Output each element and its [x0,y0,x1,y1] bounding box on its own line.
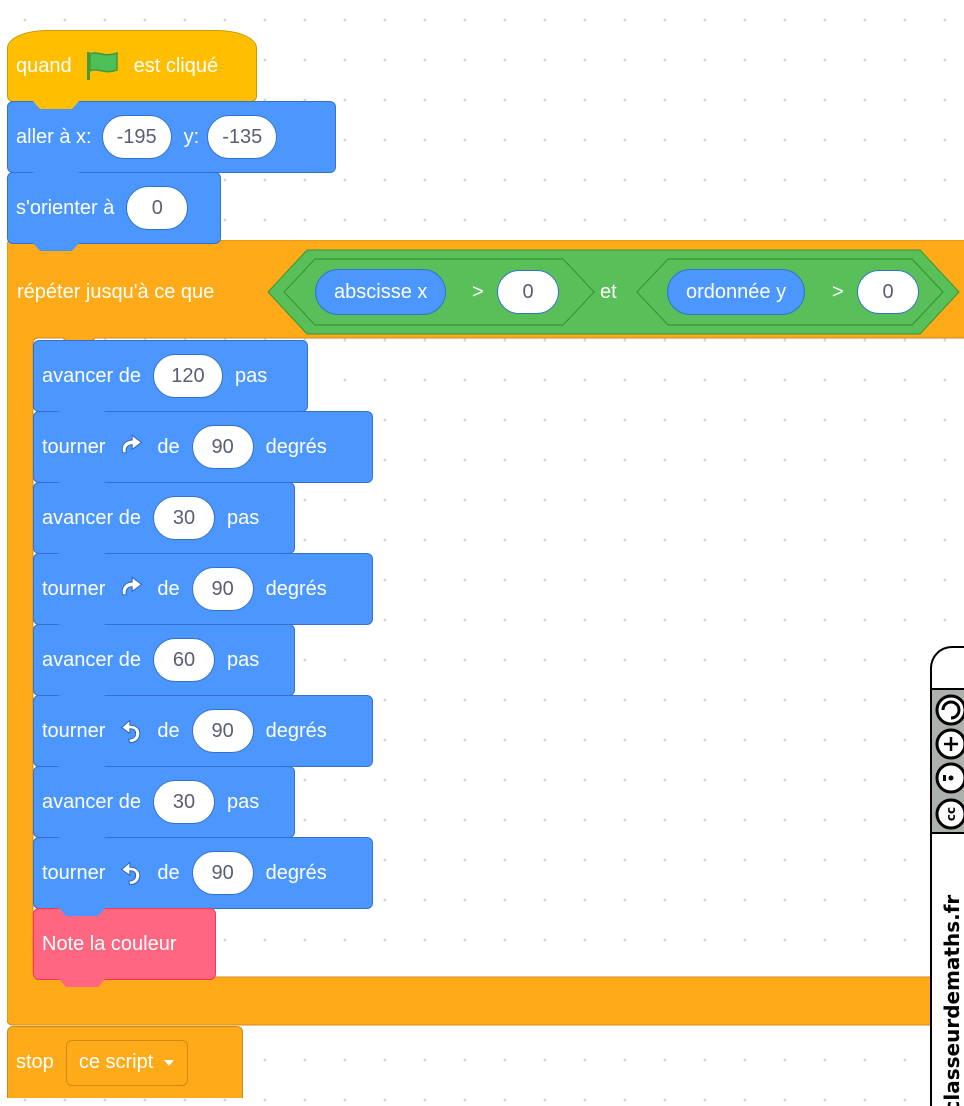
turn-de-label: de [157,435,180,458]
cc-by-nc-sa-badge: cc [932,688,964,834]
steps-unit-label: pas [234,364,268,387]
rotate-counterclockwise-icon [117,859,145,887]
cond1-value-input[interactable]: 0 [497,270,559,314]
y-input[interactable]: -135 [207,115,278,159]
move-label: avancer de [42,648,141,671]
degrees-input[interactable]: 90 [191,709,254,753]
point-in-direction-block[interactable]: s'orienter à 0 [7,172,221,251]
steps-input[interactable]: 120 [152,354,223,398]
degrees-unit-label: degrés [265,435,327,458]
move-steps-block-1[interactable]: avancer de 120 pas [33,340,308,419]
turn-de-label: de [157,577,180,600]
x-input[interactable]: -195 [101,115,172,159]
site-credit: monclasseurdemaths.fr [940,894,964,1106]
and-label: et [600,281,617,303]
turn-de-label: de [157,719,180,742]
degrees-unit-label: degrés [265,577,327,600]
turn-label: tourner [42,577,106,600]
steps-input[interactable]: 30 [152,780,215,824]
svg-text:cc: cc [944,807,958,821]
license-watermark: cc monclasseurdemaths.fr [930,646,964,1106]
turn-label: tourner [42,861,106,884]
move-steps-block-2[interactable]: avancer de 30 pas [33,482,295,561]
goto-x-label: aller à x: [16,125,92,148]
move-label: avancer de [42,364,141,387]
stop-option-dropdown[interactable]: ce script [65,1039,189,1086]
degrees-input[interactable]: 90 [191,567,254,611]
steps-unit-label: pas [226,648,260,671]
move-steps-block-4[interactable]: avancer de 30 pas [33,766,295,845]
gt-symbol-2: > [832,281,844,303]
rotate-clockwise-icon [117,575,145,603]
turn-right-block-1[interactable]: tourner de 90 degrés [33,411,373,490]
green-flag-icon [84,50,122,82]
gt-symbol-1: > [472,281,484,303]
turn-label: tourner [42,435,106,458]
note-color-custom-block[interactable]: Note la couleur [33,908,216,987]
move-steps-block-3[interactable]: avancer de 60 pas [33,624,295,703]
note-color-label: Note la couleur [42,932,177,955]
hat-suffix-label: est cliqué [133,54,219,77]
orient-label: s'orienter à [16,196,115,219]
hat-prefix-label: quand [16,54,72,77]
steps-input[interactable]: 30 [152,496,215,540]
turn-right-block-2[interactable]: tourner de 90 degrés [33,553,373,632]
degrees-unit-label: degrés [265,861,327,884]
move-label: avancer de [42,790,141,813]
turn-de-label: de [157,861,180,884]
y-position-reporter[interactable]: ordonnée y [667,269,806,315]
steps-unit-label: pas [226,790,260,813]
goto-xy-block[interactable]: aller à x: -195 y: -135 [7,101,336,180]
rotate-counterclockwise-icon [117,717,145,745]
stop-label: stop [16,1051,54,1073]
steps-unit-label: pas [226,506,260,529]
stop-option-value: ce script [78,1051,154,1073]
repeat-until-label: répéter jusqu'à ce que [17,281,215,303]
degrees-input[interactable]: 90 [191,851,254,895]
when-flag-clicked-block[interactable]: quand est cliqué [7,30,257,109]
move-label: avancer de [42,506,141,529]
stop-block[interactable]: stop ce script [7,1026,243,1098]
cond2-value-input[interactable]: 0 [857,270,919,314]
degrees-input[interactable]: 90 [191,425,254,469]
direction-input[interactable]: 0 [126,186,189,230]
steps-input[interactable]: 60 [152,638,215,682]
goto-y-label: y: [183,125,200,148]
chevron-down-icon [163,1059,175,1067]
rotate-clockwise-icon [117,433,145,461]
degrees-unit-label: degrés [265,719,327,742]
turn-left-block-2[interactable]: tourner de 90 degrés [33,837,373,916]
turn-label: tourner [42,719,106,742]
turn-left-block-1[interactable]: tourner de 90 degrés [33,695,373,774]
x-position-reporter[interactable]: abscisse x [315,269,447,315]
